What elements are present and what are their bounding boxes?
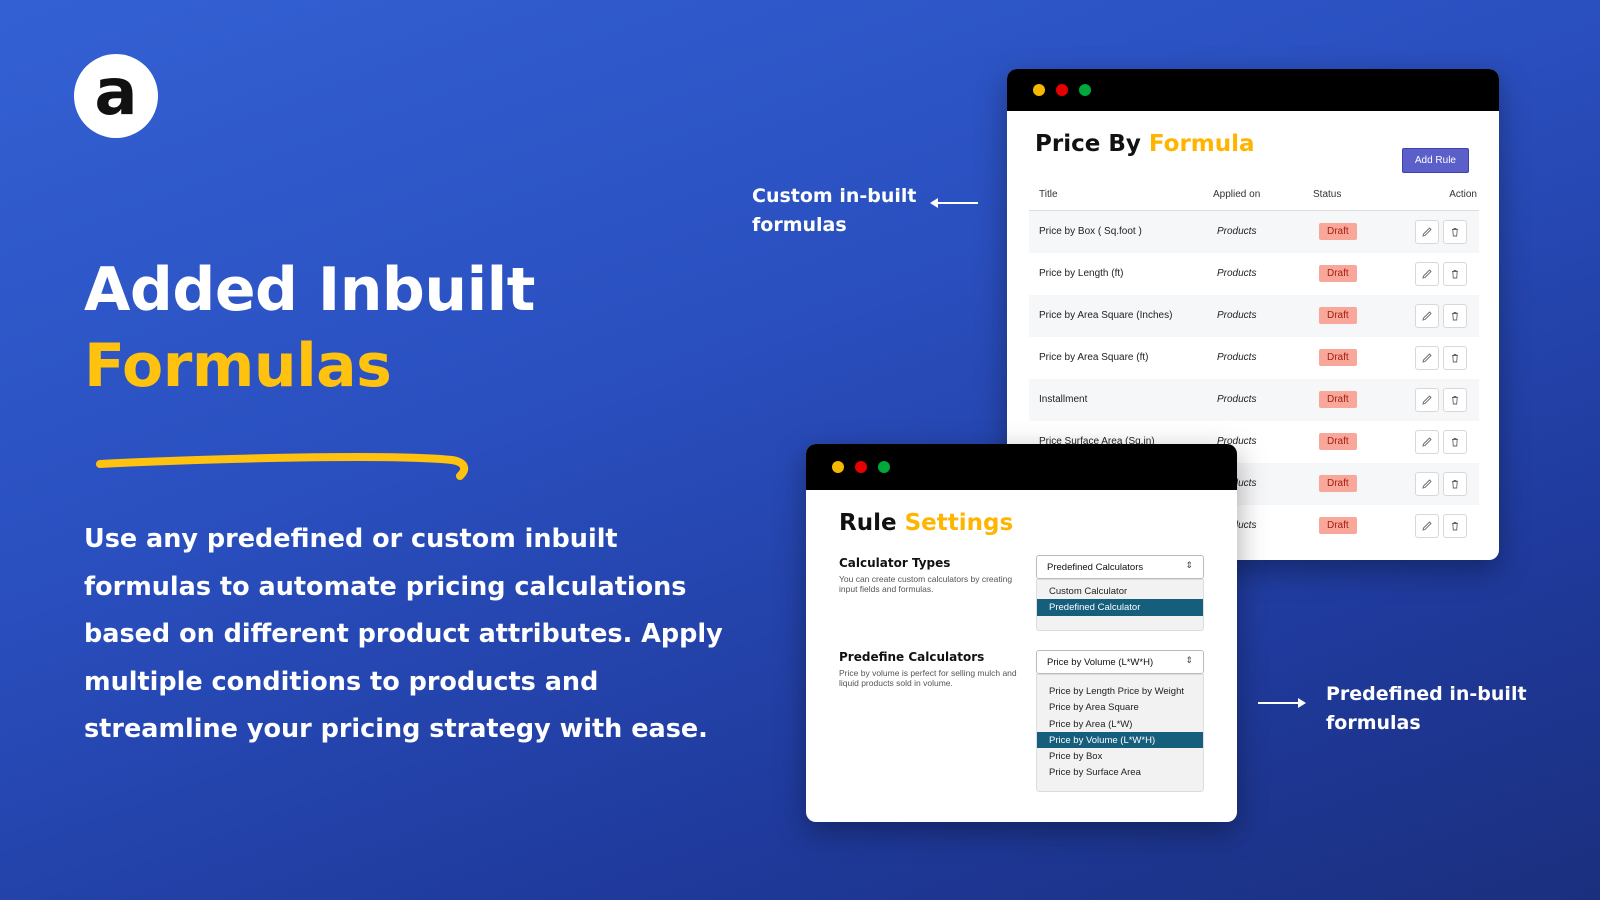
edit-icon[interactable] bbox=[1415, 472, 1439, 496]
rule-window-title: Rule Settings bbox=[839, 510, 1013, 536]
row-applied: Products bbox=[1217, 268, 1257, 279]
headline-line2: Formulas bbox=[84, 331, 392, 401]
minimize-dot-icon[interactable] bbox=[832, 461, 844, 473]
title-accent: Settings bbox=[904, 510, 1014, 536]
calculator-types-desc: You can create custom calculators by cre… bbox=[839, 574, 1013, 594]
table-row[interactable]: Price by Area Square (Inches) Products D… bbox=[1029, 295, 1479, 337]
rule-settings-window: Rule Settings Calculator Types You can c… bbox=[806, 444, 1237, 822]
headline-line1: Added Inbuilt bbox=[84, 255, 535, 325]
edit-icon[interactable] bbox=[1415, 388, 1439, 412]
callout-custom: Custom in-built formulas bbox=[752, 185, 917, 236]
edit-icon[interactable] bbox=[1415, 220, 1439, 244]
title-main: Price By bbox=[1035, 131, 1149, 157]
arrow-left-icon bbox=[930, 198, 978, 208]
table-row[interactable]: Installment Products Draft bbox=[1029, 379, 1479, 421]
table-row[interactable]: Price by Box ( Sq.foot ) Products Draft bbox=[1029, 211, 1479, 253]
edit-icon[interactable] bbox=[1415, 262, 1439, 286]
chevron-updown-icon: ⇕ bbox=[1185, 655, 1193, 665]
maximize-dot-icon[interactable] bbox=[878, 461, 890, 473]
status-badge: Draft bbox=[1319, 391, 1357, 408]
price-window-title: Price By Formula bbox=[1035, 131, 1255, 157]
predefine-calculators-label: Predefine Calculators bbox=[839, 650, 985, 664]
trash-icon[interactable] bbox=[1443, 472, 1467, 496]
arrow-right-icon bbox=[1258, 698, 1306, 708]
table-header: Title Applied on Status Action bbox=[1029, 179, 1479, 211]
table-row[interactable]: Price by Area Square (ft) Products Draft bbox=[1029, 337, 1479, 379]
row-title: Price by Area Square (ft) bbox=[1039, 352, 1149, 363]
trash-icon[interactable] bbox=[1443, 388, 1467, 412]
row-applied: Products bbox=[1217, 394, 1257, 405]
trash-icon[interactable] bbox=[1443, 430, 1467, 454]
add-rule-button[interactable]: Add Rule bbox=[1401, 148, 1469, 173]
close-dot-icon[interactable] bbox=[855, 461, 867, 473]
option-predefined-calculator[interactable]: Predefined Calculator bbox=[1037, 599, 1203, 616]
row-title: Price by Box ( Sq.foot ) bbox=[1039, 226, 1142, 237]
select-value: Price by Volume (L*W*H) bbox=[1047, 657, 1154, 668]
col-title: Title bbox=[1039, 189, 1058, 200]
option-custom-calculator[interactable]: Custom Calculator bbox=[1037, 583, 1203, 599]
col-applied-on: Applied on bbox=[1213, 189, 1261, 200]
minimize-dot-icon[interactable] bbox=[1033, 84, 1045, 96]
status-badge: Draft bbox=[1319, 265, 1357, 282]
row-title: Price by Area Square (Inches) bbox=[1039, 310, 1173, 321]
calculator-type-options: Custom Calculator Predefined Calculator bbox=[1036, 579, 1204, 631]
edit-icon[interactable] bbox=[1415, 304, 1439, 328]
status-badge: Draft bbox=[1319, 223, 1357, 240]
predefine-calculator-options: Price by Length Price by Weight Price by… bbox=[1036, 674, 1204, 792]
logo-letter: a bbox=[94, 56, 138, 130]
maximize-dot-icon[interactable] bbox=[1079, 84, 1091, 96]
row-applied: Products bbox=[1217, 310, 1257, 321]
trash-icon[interactable] bbox=[1443, 304, 1467, 328]
row-applied: Products bbox=[1217, 352, 1257, 363]
option-price-by-surface-area[interactable]: Price by Surface Area bbox=[1037, 764, 1203, 780]
window-titlebar bbox=[806, 444, 1237, 490]
chevron-updown-icon: ⇕ bbox=[1185, 560, 1193, 570]
trash-icon[interactable] bbox=[1443, 514, 1467, 538]
trash-icon[interactable] bbox=[1443, 262, 1467, 286]
title-main: Rule bbox=[839, 510, 905, 536]
status-badge: Draft bbox=[1319, 307, 1357, 324]
edit-icon[interactable] bbox=[1415, 346, 1439, 370]
title-accent: Formula bbox=[1148, 131, 1255, 157]
underline-swoosh bbox=[96, 453, 469, 480]
status-badge: Draft bbox=[1319, 475, 1357, 492]
close-dot-icon[interactable] bbox=[1056, 84, 1068, 96]
edit-icon[interactable] bbox=[1415, 430, 1439, 454]
option-price-by-length-weight[interactable]: Price by Length Price by Weight bbox=[1037, 683, 1203, 699]
status-badge: Draft bbox=[1319, 349, 1357, 366]
option-price-by-box[interactable]: Price by Box bbox=[1037, 748, 1203, 764]
row-title: Price by Length (ft) bbox=[1039, 268, 1124, 279]
trash-icon[interactable] bbox=[1443, 220, 1467, 244]
edit-icon[interactable] bbox=[1415, 514, 1439, 538]
description-text: Use any predefined or custom inbuilt for… bbox=[84, 524, 723, 744]
col-action: Action bbox=[1449, 189, 1477, 200]
status-badge: Draft bbox=[1319, 433, 1357, 450]
calculator-type-select[interactable]: Predefined Calculators ⇕ bbox=[1036, 555, 1204, 579]
brand-logo: a bbox=[74, 54, 158, 138]
option-price-by-area-lw[interactable]: Price by Area (L*W) bbox=[1037, 716, 1203, 732]
option-price-by-volume[interactable]: Price by Volume (L*W*H) bbox=[1037, 731, 1203, 749]
window-titlebar bbox=[1007, 69, 1499, 111]
predefine-calculators-desc: Price by volume is perfect for selling m… bbox=[839, 668, 1017, 688]
select-value: Predefined Calculators bbox=[1047, 562, 1144, 573]
row-applied: Products bbox=[1217, 226, 1257, 237]
status-badge: Draft bbox=[1319, 517, 1357, 534]
predefine-calculator-select[interactable]: Price by Volume (L*W*H) ⇕ bbox=[1036, 650, 1204, 674]
table-row[interactable]: Price by Length (ft) Products Draft bbox=[1029, 253, 1479, 295]
row-title: Installment bbox=[1039, 394, 1088, 405]
calculator-types-label: Calculator Types bbox=[839, 556, 951, 570]
option-price-by-area-square[interactable]: Price by Area Square bbox=[1037, 699, 1203, 715]
trash-icon[interactable] bbox=[1443, 346, 1467, 370]
col-status: Status bbox=[1313, 189, 1342, 200]
callout-predefined: Predefined in-built formulas bbox=[1326, 683, 1527, 734]
headline: Added Inbuilt Formulas bbox=[84, 252, 535, 404]
